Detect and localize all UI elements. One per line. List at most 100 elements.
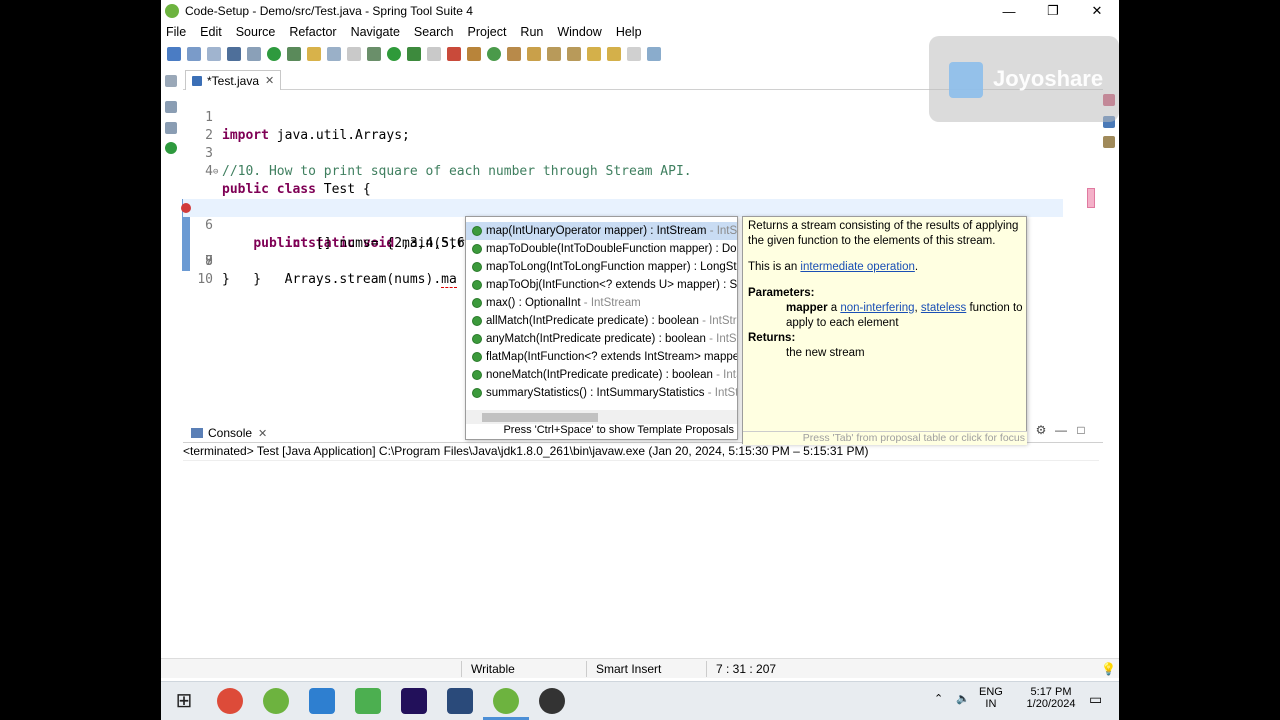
close-button[interactable]: ✕ — [1075, 0, 1119, 22]
save-icon[interactable] — [187, 47, 201, 61]
tab-test-java[interactable]: *Test.java ✕ — [185, 70, 282, 90]
restore-icon[interactable] — [165, 75, 177, 87]
quick-search-icon[interactable] — [1103, 136, 1115, 148]
notepad-icon[interactable] — [355, 688, 381, 714]
terminal-icon[interactable] — [227, 47, 241, 61]
coverage-icon[interactable] — [407, 47, 421, 61]
stateless-link[interactable]: stateless — [921, 302, 966, 314]
fold-icon[interactable]: ⊖ — [213, 163, 218, 181]
code-line: 6 int [] nums= {2,3,4,5,6}; — [182, 181, 1063, 251]
vscode-icon[interactable] — [309, 688, 335, 714]
proposal-text: max() : OptionalInt - IntStream — [486, 294, 641, 312]
forward-icon[interactable] — [627, 47, 641, 61]
menu-edit[interactable]: Edit — [200, 25, 222, 39]
non-interfering-link[interactable]: non-interfering — [840, 302, 914, 314]
tab-console[interactable]: Console ✕ — [185, 423, 273, 443]
save-all-icon[interactable] — [207, 47, 221, 61]
proposal-item[interactable]: max() : OptionalInt - IntStream — [466, 294, 737, 312]
param-name: mapper — [786, 302, 828, 314]
javadoc-hover[interactable]: Returns a stream consisting of the resul… — [742, 216, 1027, 445]
menu-project[interactable]: Project — [468, 25, 507, 39]
new-class-icon[interactable] — [487, 47, 501, 61]
tray-chevron-icon[interactable]: ⌃ — [934, 692, 943, 705]
clock[interactable]: 5:17 PM 1/20/2024 — [1021, 686, 1081, 710]
clock-time: 5:17 PM — [1030, 686, 1072, 698]
maximize-button[interactable]: ❐ — [1031, 0, 1075, 22]
pin-editor-icon[interactable] — [647, 47, 661, 61]
new-icon[interactable] — [167, 47, 181, 61]
external-tools-icon[interactable] — [447, 47, 461, 61]
console-process-label: <terminated> Test [Java Application] C:\… — [183, 444, 869, 458]
view-menu-icon[interactable]: ⚙ — [1031, 423, 1051, 439]
new-java-project-icon[interactable] — [467, 47, 481, 61]
overview-ruler[interactable] — [1085, 91, 1095, 401]
intellij-icon[interactable] — [401, 688, 427, 714]
menu-search[interactable]: Search — [414, 25, 454, 39]
outline-icon[interactable] — [165, 122, 177, 134]
spring-logo-icon — [165, 4, 179, 18]
menu-help[interactable]: Help — [616, 25, 642, 39]
console-output[interactable] — [183, 460, 1099, 655]
menu-refactor[interactable]: Refactor — [289, 25, 336, 39]
intermediate-operation-link[interactable]: intermediate operation — [800, 261, 914, 273]
proposal-item[interactable]: summaryStatistics() : IntSummaryStatisti… — [466, 384, 737, 402]
close-console-icon[interactable]: ✕ — [258, 427, 267, 440]
start-icon[interactable]: ⊞ — [171, 688, 197, 714]
debug-icon[interactable] — [367, 47, 381, 61]
search-tool-icon[interactable] — [527, 47, 541, 61]
stop-icon[interactable] — [427, 47, 441, 61]
proposal-signature: noneMatch(IntPredicate predicate) : bool… — [486, 369, 713, 381]
eclipse-icon[interactable] — [447, 688, 473, 714]
volume-icon[interactable]: 🔈 — [956, 692, 970, 705]
sts-active-icon[interactable] — [493, 688, 519, 714]
scrollbar-thumb[interactable] — [482, 413, 598, 422]
language-indicator[interactable]: ENG IN — [979, 686, 1003, 710]
next-annotation-icon[interactable] — [547, 47, 561, 61]
proposal-item[interactable]: allMatch(IntPredicate predicate) : boole… — [466, 312, 737, 330]
previous-annotation-icon[interactable] — [567, 47, 581, 61]
menu-source[interactable]: Source — [236, 25, 276, 39]
last-edit-icon[interactable] — [587, 47, 601, 61]
code-line: 5 ⊖ public static void main(String[] arg… — [182, 163, 1063, 251]
sts-icon[interactable] — [263, 688, 289, 714]
proposal-footer[interactable]: Press 'Ctrl+Space' to show Template Prop… — [466, 424, 737, 439]
recorder-icon[interactable] — [539, 688, 565, 714]
proposal-item[interactable]: noneMatch(IntPredicate predicate) : bool… — [466, 366, 737, 384]
block-select-icon[interactable] — [327, 47, 341, 61]
boot-dashboard-side-icon[interactable] — [165, 142, 177, 154]
insert-mode-status[interactable]: Smart Insert — [596, 662, 661, 676]
console-view-controls: ⚙ — □ — [1031, 423, 1091, 439]
maximize-view-icon[interactable]: □ — [1071, 423, 1091, 439]
proposal-item[interactable]: mapToDouble(IntToDoubleFunction mapper) … — [466, 240, 737, 258]
error-annotation-mark[interactable] — [1087, 188, 1095, 208]
run-icon[interactable] — [387, 47, 401, 61]
highlight-icon[interactable] — [307, 47, 321, 61]
action-center-icon[interactable]: ▭ — [1089, 691, 1102, 708]
proposal-item[interactable]: mapToLong(IntToLongFunction mapper) : Lo… — [466, 258, 737, 276]
menu-run[interactable]: Run — [520, 25, 543, 39]
proposal-scrollbar[interactable] — [466, 410, 737, 424]
proposal-item[interactable]: mapToObj(IntFunction<? extends U> mapper… — [466, 276, 737, 294]
skip-breakpoints-icon[interactable] — [247, 47, 261, 61]
boot-dashboard-icon[interactable] — [267, 47, 281, 61]
package-explorer-icon[interactable] — [165, 101, 177, 113]
close-tab-icon[interactable]: ✕ — [265, 74, 274, 87]
public-method-icon — [472, 334, 482, 344]
chrome-icon[interactable] — [217, 688, 243, 714]
open-type-icon[interactable] — [287, 47, 301, 61]
menu-file[interactable]: File — [166, 25, 186, 39]
proposal-item[interactable]: flatMap(IntFunction<? extends IntStream>… — [466, 348, 737, 366]
proposal-item[interactable]: map(IntUnaryOperator mapper) : IntStream… — [466, 222, 737, 240]
menu-window[interactable]: Window — [557, 25, 601, 39]
notification-bulb-icon[interactable]: 💡 — [1101, 662, 1116, 676]
proposal-text: anyMatch(IntPredicate predicate) : boole… — [486, 330, 737, 348]
error-icon[interactable] — [181, 203, 191, 213]
minimize-button[interactable]: — — [987, 0, 1031, 22]
show-whitespace-icon[interactable] — [347, 47, 361, 61]
open-task-icon[interactable] — [507, 47, 521, 61]
menu-navigate[interactable]: Navigate — [351, 25, 400, 39]
public-method-icon — [472, 370, 482, 380]
back-icon[interactable] — [607, 47, 621, 61]
minimize-view-icon[interactable]: — — [1051, 423, 1071, 439]
proposal-item[interactable]: anyMatch(IntPredicate predicate) : boole… — [466, 330, 737, 348]
